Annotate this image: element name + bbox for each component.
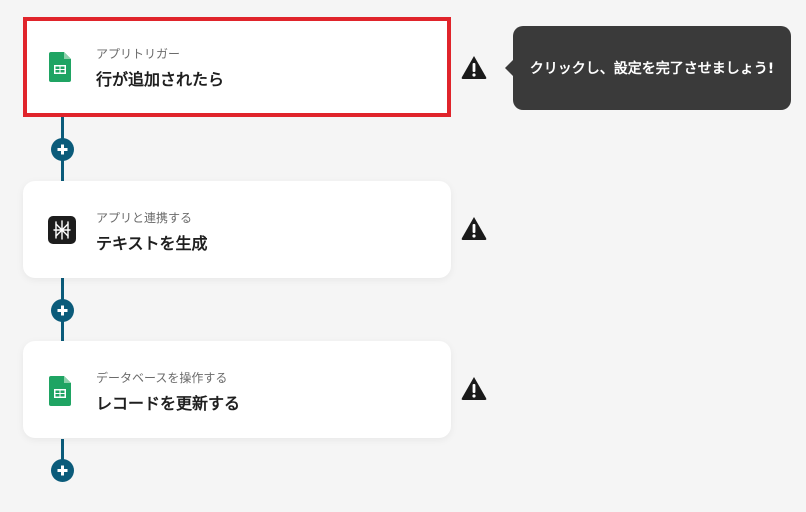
warning-icon [460,215,488,241]
plus-icon [57,465,68,476]
setup-tooltip: クリックし、設定を完了させましょう! [505,26,791,110]
google-sheets-icon [49,52,75,82]
step-title: 行が追加されたら [96,70,225,89]
warning-icon [460,375,488,401]
step-subtitle: アプリと連携する [96,211,193,225]
google-sheets-icon [49,376,75,406]
step-subtitle: アプリトリガー [96,47,181,61]
plus-icon [57,144,68,155]
add-step-button[interactable] [51,138,74,161]
flow-step-trigger[interactable]: アプリトリガー 行が追加されたら [23,17,451,117]
step-title: テキストを生成 [96,234,208,253]
flow-step-update-record[interactable]: データベースを操作する レコードを更新する [23,341,451,438]
step-title: レコードを更新する [96,394,241,413]
flow-step-generate-text[interactable]: アプリと連携する テキストを生成 [23,181,451,278]
add-step-button[interactable] [51,299,74,322]
plus-icon [57,305,68,316]
add-step-button[interactable] [51,459,74,482]
step-subtitle: データベースを操作する [96,371,228,385]
ai-text-icon [48,216,76,244]
warning-icon [460,54,488,80]
tooltip-text: クリックし、設定を完了させましょう! [529,61,775,77]
